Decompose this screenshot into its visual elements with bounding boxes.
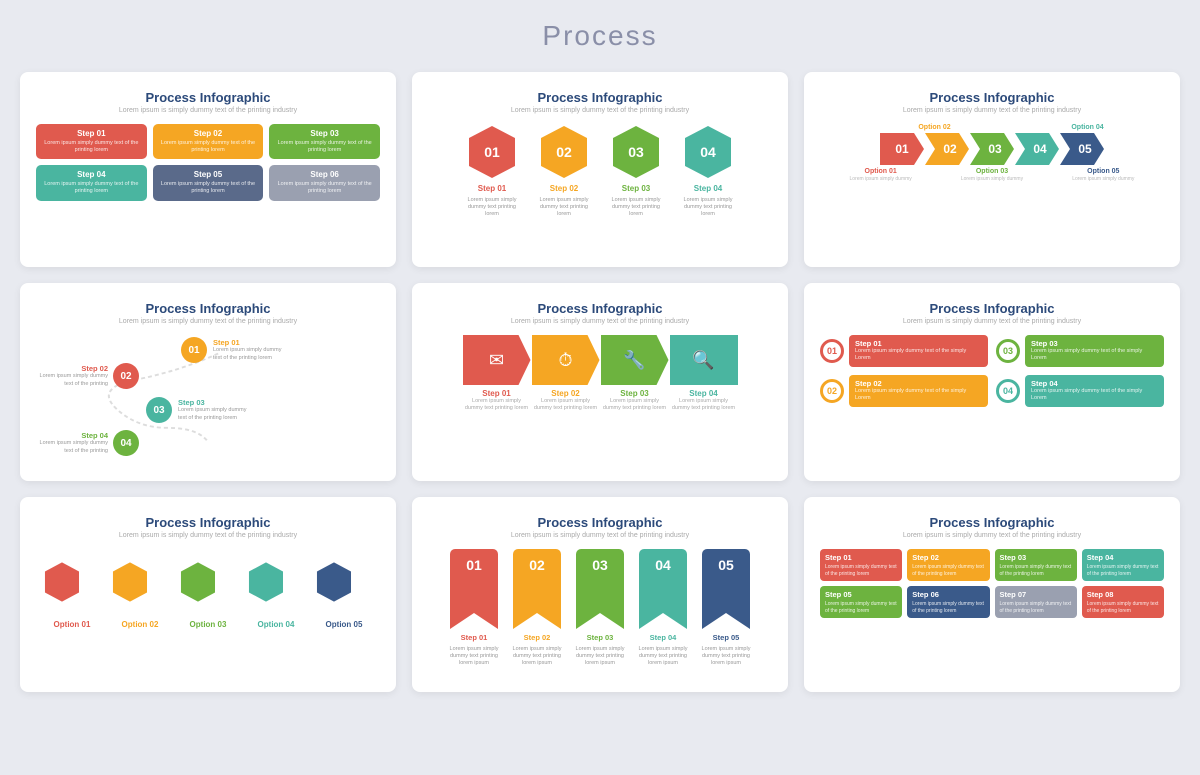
below-label-1: Option 01Lorem ipsum simply dummy [850,168,912,182]
card-7-title: Process Infographic [36,515,380,530]
bookmark-3: 03 Step 03 Lorem ipsum simply dummy text… [573,549,628,667]
card-5-title: Process Infographic [428,301,772,316]
card-8-sub: Lorem ipsum is simply dummy text of the … [428,532,772,539]
hex-item-1: 01 Step 01 Lorem ipsum simply dummy text… [462,124,522,218]
card-7-hexagons: 01 Option 01 02 Option 02 03 Option 03 [36,549,380,629]
step-box-5: Step 05 Lorem ipsum simply dummy text of… [153,165,264,200]
card-5-sub: Lorem ipsum is simply dummy text of the … [428,318,772,325]
card-4: Process Infographic Lorem ipsum is simpl… [20,283,396,481]
large-hex-1: 01 Option 01 [43,549,101,629]
node-1: 01 Step 01 Lorem ipsum simply dummy text… [181,337,283,363]
card-2-title: Process Infographic [428,90,772,105]
eight-step-2: Step 02 Lorem ipsum simply dummy text of… [907,549,989,581]
icon-arrow-2: ⏱ Step 02 Lorem ipsum simply dummy text … [532,335,600,412]
hex-item-2: 02 Step 02 Lorem ipsum simply dummy text… [534,124,594,218]
large-hex-5: 05 Option 05 [315,549,373,629]
eight-step-4: Step 04 Lorem ipsum simply dummy text of… [1082,549,1164,581]
tc-step-3: 02 Step 02 Lorem ipsum simply dummy text… [820,375,988,407]
eight-step-6: Step 06 Lorem ipsum simply dummy text of… [907,586,989,618]
card-8: Process Infographic Lorem ipsum is simpl… [412,497,788,692]
arrow-5: 05 [1060,133,1104,165]
card-9-sub: Lorem ipsum is simply dummy text of the … [820,532,1164,539]
icon-arrow-4: 🔍 Step 04 Lorem ipsum simply dummy text … [670,335,738,412]
cards-grid: Process Infographic Lorem ipsum is simpl… [20,72,1180,692]
card-6-title: Process Infographic [820,301,1164,316]
icon-arrow-1: ✉ Step 01 Lorem ipsum simply dummy text … [463,335,531,412]
large-hex-3: 03 Option 03 [179,549,237,629]
tc-step-2: 03 Step 03 Lorem ipsum simply dummy text… [996,335,1164,367]
eight-step-1: Step 01 Lorem ipsum simply dummy text of… [820,549,902,581]
card-3-sub: Lorem ipsum is simply dummy text of the … [820,107,1164,114]
card-2-sub: Lorem ipsum is simply dummy text of the … [428,107,772,114]
card-7-sub: Lorem ipsum is simply dummy text of the … [36,532,380,539]
card-9-title: Process Infographic [820,515,1164,530]
card-1-title: Process Infographic [36,90,380,105]
step-box-4: Step 04 Lorem ipsum simply dummy text of… [36,165,147,200]
arrow-3: 03 [970,133,1014,165]
hex-shape-2: 02 [539,124,589,180]
bookmark-row: 01 Step 01 Lorem ipsum simply dummy text… [428,549,772,667]
eight-step-5: Step 05 Lorem ipsum simply dummy text of… [820,586,902,618]
card-6-sub: Lorem ipsum is simply dummy text of the … [820,318,1164,325]
bookmark-2: 02 Step 02 Lorem ipsum simply dummy text… [510,549,565,667]
hex-item-4: 04 Step 04 Lorem ipsum simply dummy text… [678,124,738,218]
hex-shape-3: 03 [611,124,661,180]
card-3: Process Infographic Lorem ipsum is simpl… [804,72,1180,267]
arrow-4: 04 [1015,133,1059,165]
eight-steps: Step 01 Lorem ipsum simply dummy text of… [820,549,1164,618]
arrow-2: 02 [925,133,969,165]
arrow-row: 01 02 03 04 05 [820,133,1164,165]
card-1-steps: Step 01 Lorem ipsum simply dummy text of… [36,124,380,201]
node-4: 04 Step 04 Lorem ipsum simply dummy text… [38,430,139,456]
tc-step-4: 04 Step 04 Lorem ipsum simply dummy text… [996,375,1164,407]
above-label-1: Option 02 [918,124,950,131]
card-8-title: Process Infographic [428,515,772,530]
below-label-2: Option 03Lorem ipsum simply dummy [961,168,1023,182]
eight-step-3: Step 03 Lorem ipsum simply dummy text of… [995,549,1077,581]
node-2: 02 Step 02 Lorem ipsum simply dummy text… [38,363,139,389]
page-title: Process [20,20,1180,52]
large-hex-2: 02 Option 02 [111,549,169,629]
bookmark-1: 01 Step 01 Lorem ipsum simply dummy text… [447,549,502,667]
icon-arrow-3: 🔧 Step 03 Lorem ipsum simply dummy text … [601,335,669,412]
card-5: Process Infographic Lorem ipsum is simpl… [412,283,788,481]
spiral-area: 01 Step 01 Lorem ipsum simply dummy text… [36,335,380,465]
card-2-hexagons: 01 Step 01 Lorem ipsum simply dummy text… [428,124,772,218]
hex-item-3: 03 Step 03 Lorem ipsum simply dummy text… [606,124,666,218]
node-3: 03 Step 03 Lorem ipsum simply dummy text… [146,397,248,423]
card-7: Process Infographic Lorem ipsum is simpl… [20,497,396,692]
tc-step-1: 01 Step 01 Lorem ipsum simply dummy text… [820,335,988,367]
eight-step-8: Step 08 Lorem ipsum simply dummy text of… [1082,586,1164,618]
icon-arrows-row: ✉ Step 01 Lorem ipsum simply dummy text … [428,335,772,412]
step-box-6: Step 06 Lorem ipsum simply dummy text of… [269,165,380,200]
card-4-sub: Lorem ipsum is simply dummy text of the … [36,318,380,325]
card-6-steps: 01 Step 01 Lorem ipsum simply dummy text… [820,335,1164,407]
large-hex-4: 04 Option 04 [247,549,305,629]
bookmark-5: 05 Step 05 Lorem ipsum simply dummy text… [699,549,754,667]
above-label-2: Option 04 [1071,124,1103,131]
card-6: Process Infographic Lorem ipsum is simpl… [804,283,1180,481]
hex-shape-4: 04 [683,124,733,180]
step-box-3: Step 03 Lorem ipsum simply dummy text of… [269,124,380,159]
card-1: Process Infographic Lorem ipsum is simpl… [20,72,396,267]
below-label-3: Option 05Lorem ipsum simply dummy [1072,168,1134,182]
card-1-sub: Lorem ipsum is simply dummy text of the … [36,107,380,114]
card-9: Process Infographic Lorem ipsum is simpl… [804,497,1180,692]
step-box-2: Step 02 Lorem ipsum simply dummy text of… [153,124,264,159]
card-3-title: Process Infographic [820,90,1164,105]
eight-step-7: Step 07 Lorem ipsum simply dummy text of… [995,586,1077,618]
arrow-1: 01 [880,133,924,165]
card-4-title: Process Infographic [36,301,380,316]
card-2: Process Infographic Lorem ipsum is simpl… [412,72,788,267]
hex-shape-1: 01 [467,124,517,180]
step-box-1: Step 01 Lorem ipsum simply dummy text of… [36,124,147,159]
bookmark-4: 04 Step 04 Lorem ipsum simply dummy text… [636,549,691,667]
